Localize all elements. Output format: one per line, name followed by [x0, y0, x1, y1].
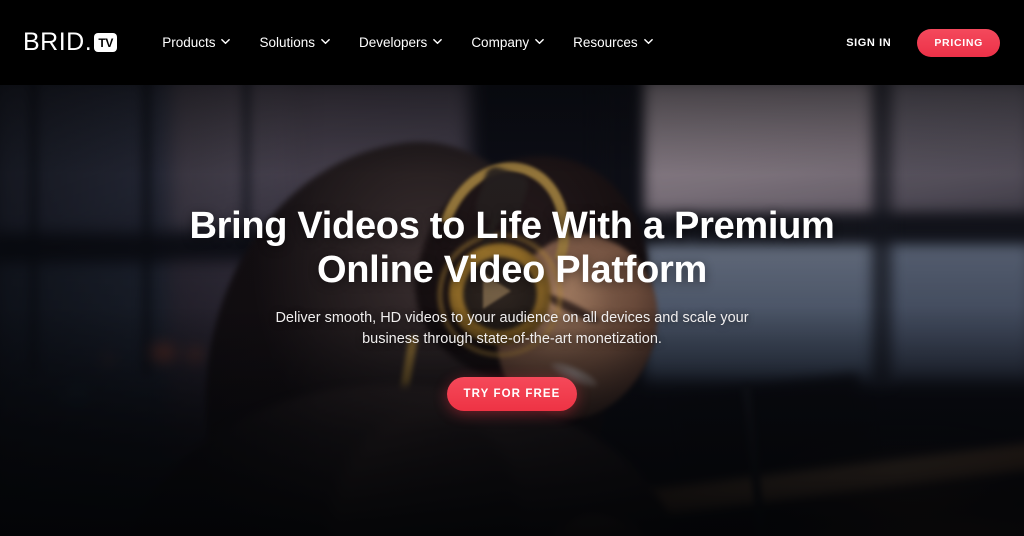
logo-wordmark: BRID.: [23, 28, 93, 56]
nav-item-label: Resources: [573, 35, 638, 50]
nav-item-resources[interactable]: Resources: [571, 29, 655, 56]
hero-content: Bring Videos to Life With a Premium Onli…: [0, 85, 1024, 536]
main-nav-links: Products Solutions Developers Company Re…: [160, 29, 654, 56]
brid-tv-logo[interactable]: BRID. TV: [23, 28, 118, 56]
nav-actions: SIGN IN PRICING: [846, 28, 1000, 57]
nav-item-label: Developers: [359, 35, 428, 50]
chevron-down-icon: [321, 37, 330, 46]
landing-page: BRID. TV Products Solutions Developers C…: [0, 0, 1024, 536]
nav-item-developers[interactable]: Developers: [357, 29, 444, 56]
sign-in-link[interactable]: SIGN IN: [846, 37, 891, 49]
page-title: Bring Videos to Life With a Premium Onli…: [189, 205, 835, 292]
top-navigation-bar: BRID. TV Products Solutions Developers C…: [0, 0, 1024, 85]
try-for-free-button[interactable]: TRY FOR FREE: [447, 376, 577, 411]
chevron-down-icon: [535, 37, 544, 46]
nav-item-label: Solutions: [259, 35, 316, 50]
chevron-down-icon: [643, 37, 653, 46]
chevron-down-icon: [433, 37, 443, 46]
nav-item-solutions[interactable]: Solutions: [257, 29, 332, 56]
logo-tv-badge: TV: [94, 33, 118, 52]
nav-item-label: Products: [162, 35, 216, 50]
nav-item-company[interactable]: Company: [469, 29, 546, 56]
pricing-button[interactable]: PRICING: [917, 28, 1000, 57]
hero-section: Bring Videos to Life With a Premium Onli…: [0, 85, 1024, 536]
hero-subtitle: Deliver smooth, HD videos to your audien…: [275, 309, 749, 347]
nav-item-label: Company: [471, 35, 530, 50]
nav-item-products[interactable]: Products: [160, 29, 232, 56]
chevron-down-icon: [221, 37, 231, 46]
